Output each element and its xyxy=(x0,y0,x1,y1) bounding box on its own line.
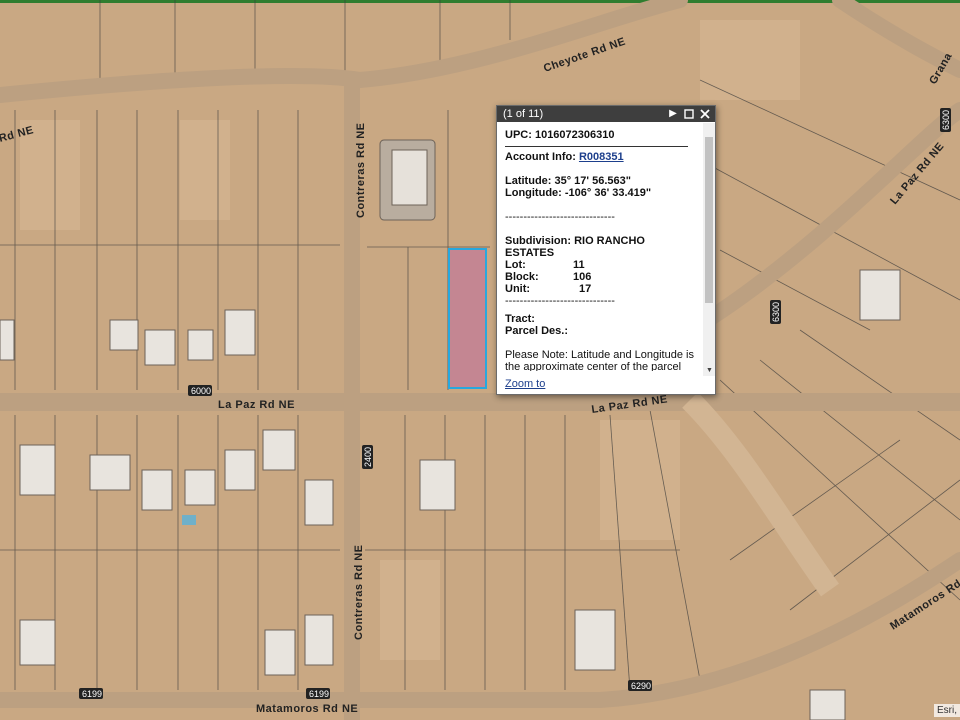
subdivision-label: Subdivision: xyxy=(505,235,571,247)
tract-label: Tract: xyxy=(505,313,535,325)
subdivision-value: RIO RANCHO xyxy=(574,235,645,247)
popup-header: (1 of 11) ▶ xyxy=(497,106,715,122)
unit-label: Unit: xyxy=(505,283,531,295)
maximize-icon[interactable] xyxy=(683,108,695,120)
zoom-to-link[interactable]: Zoom to xyxy=(505,378,545,390)
divider-text-1: ------------------------------ xyxy=(505,211,615,223)
popup-content[interactable]: UPC: 1016072306310 Account Info: R008351… xyxy=(497,123,700,371)
attribution: Esri, xyxy=(934,704,960,717)
aerial-map[interactable]: Cheyote Rd NE Rd NE Contreras Rd NE Cont… xyxy=(0,0,960,720)
parcel-des-label: Parcel Des.: xyxy=(505,325,568,337)
house-number-6199-a: 6199 xyxy=(82,689,102,699)
upc-label: UPC: xyxy=(505,129,532,141)
account-label: Account Info: xyxy=(505,151,576,163)
close-icon[interactable] xyxy=(699,108,711,120)
popup-scrollbar[interactable]: ▼ xyxy=(703,123,715,376)
next-feature-icon[interactable]: ▶ xyxy=(667,108,679,120)
upc-value: 1016072306310 xyxy=(534,129,615,141)
subdivision-value-2: ESTATES xyxy=(505,247,555,259)
road-label-lapaz-west: La Paz Rd NE xyxy=(218,399,295,411)
selected-parcel[interactable] xyxy=(448,248,487,389)
lot-value: 11 xyxy=(573,259,585,271)
popup-title: (1 of 11) xyxy=(503,108,544,120)
road-label-contreras-lower: Contreras Rd NE xyxy=(353,544,365,640)
unit-value: 17 xyxy=(579,283,592,295)
house-number-6000: 6000 xyxy=(191,386,211,396)
house-number-6199-b: 6199 xyxy=(309,689,329,699)
longitude-text: Longitude: -106° 36' 33.419" xyxy=(505,187,652,199)
house-number-6300-b: 6300 xyxy=(941,110,951,130)
account-link[interactable]: R008351 xyxy=(579,151,624,163)
road-label-matamoros-west: Matamoros Rd NE xyxy=(256,703,358,715)
parcel-info-popup: (1 of 11) ▶ UPC: 1016072306310 Account I… xyxy=(496,105,716,395)
divider-line xyxy=(505,146,688,147)
block-label: Block: xyxy=(505,271,539,283)
lat-long-note: Please Note: Latitude and Longitude is t… xyxy=(505,349,694,371)
scroll-down-arrow-icon[interactable]: ▼ xyxy=(706,367,713,374)
house-number-6300-a: 6300 xyxy=(771,302,781,322)
house-number-2400: 2400 xyxy=(363,447,373,467)
road-label-contreras-upper: Contreras Rd NE xyxy=(355,122,367,218)
divider-text-2: ------------------------------ xyxy=(505,295,615,307)
scrollbar-thumb[interactable] xyxy=(705,137,713,303)
lot-label: Lot: xyxy=(505,259,526,271)
block-value: 106 xyxy=(573,271,592,283)
latitude-text: Latitude: 35° 17' 56.563" xyxy=(505,175,631,187)
house-number-6290: 6290 xyxy=(631,681,651,691)
